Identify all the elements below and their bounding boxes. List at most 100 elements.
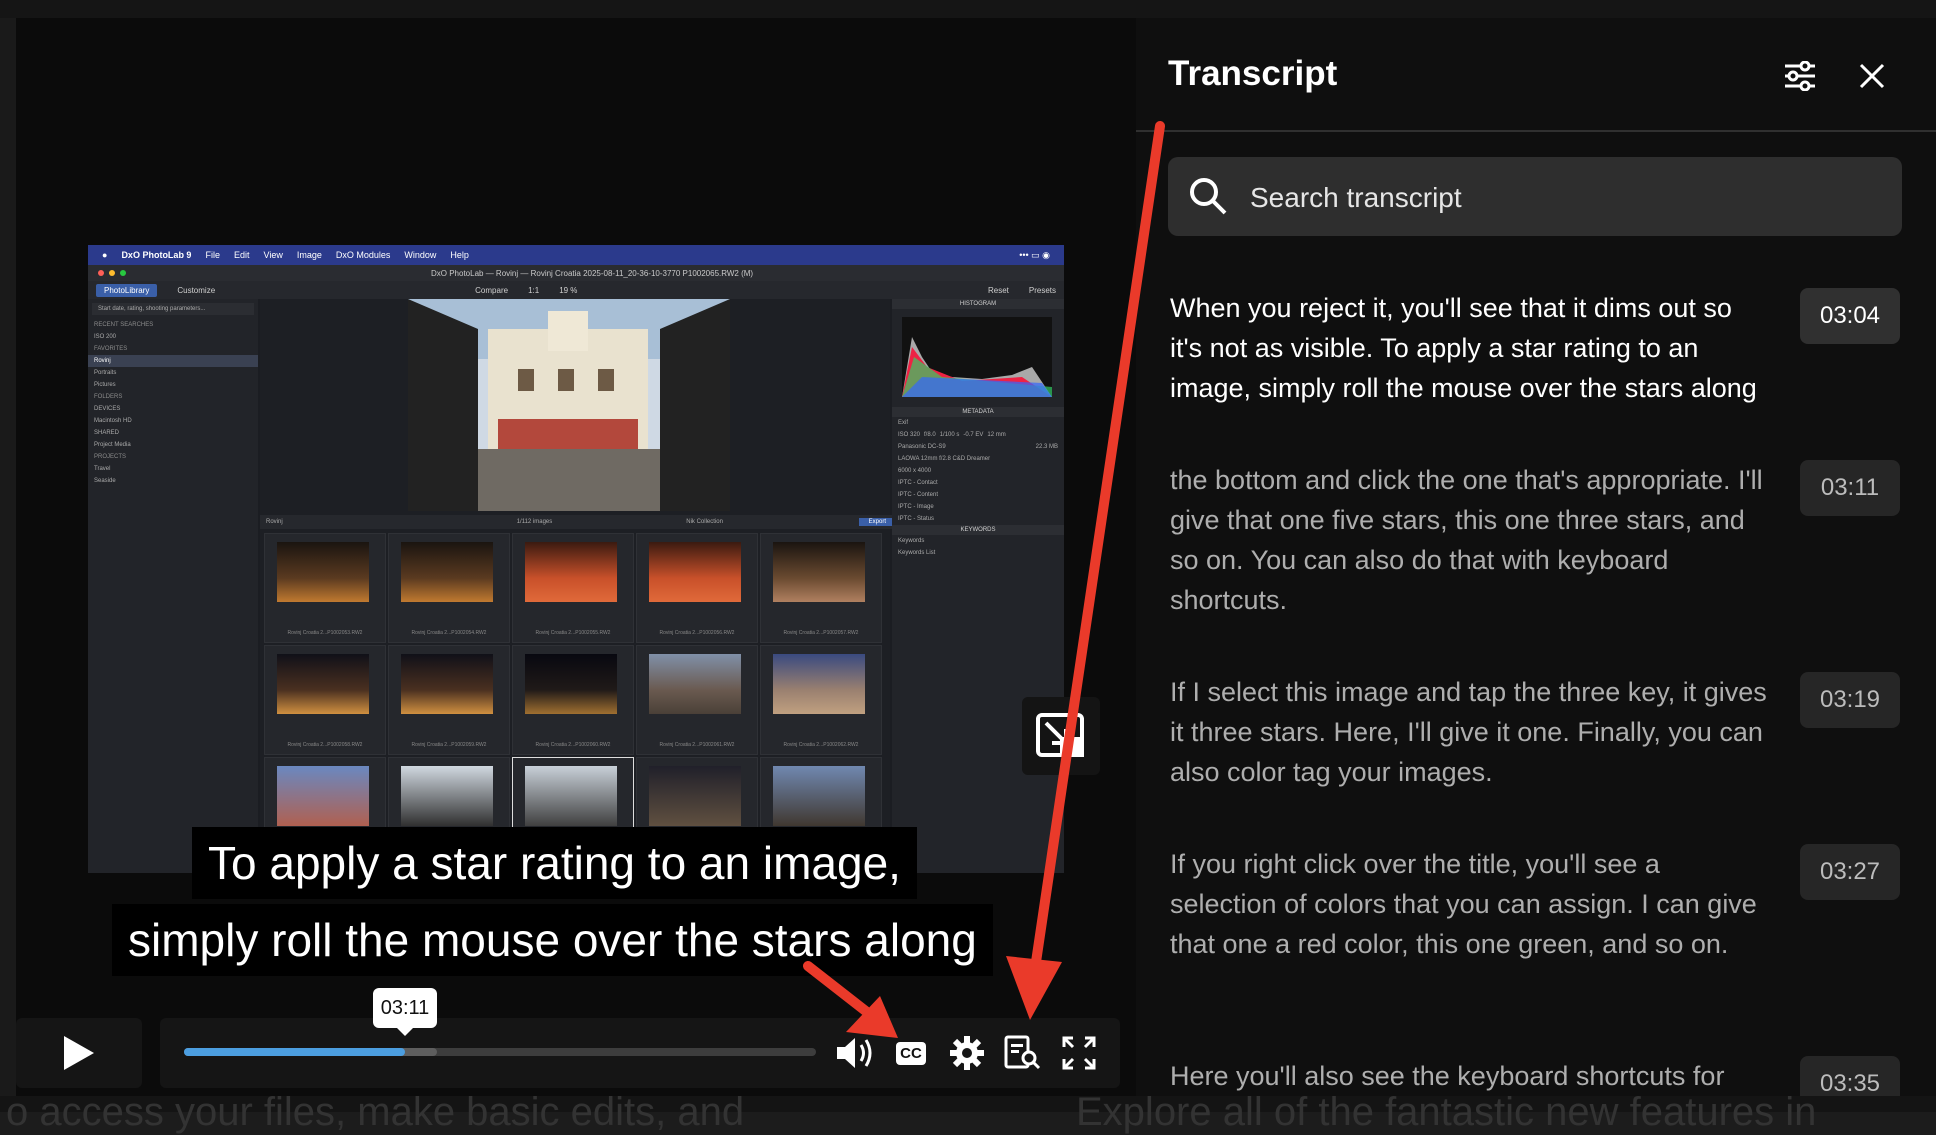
library-center: Rovinj 1/112 images Nik Collection Expor… <box>260 299 902 873</box>
menubar-file: File <box>205 250 220 260</box>
transcript-entry[interactable]: If you right click over the title, you'l… <box>1170 844 1770 964</box>
library-left-panel: Start date, rating, shooting parameters.… <box>88 299 258 873</box>
thumb-caption: Rovinj Croatia 2...P1002054.RW2 <box>411 630 487 636</box>
fullscreen-icon <box>1062 1036 1096 1070</box>
thumb-caption: Rovinj Croatia 2...P1002053.RW2 <box>287 630 363 636</box>
pip-exit-button[interactable] <box>1022 697 1100 775</box>
rp-exif-values: ISO 320 f/8.0 1/100 s -0.7 EV 12 mm <box>892 429 1064 441</box>
transcript-button[interactable] <box>1000 1030 1046 1076</box>
rp-keywords-list: Keywords List <box>898 550 936 556</box>
fullscreen-button[interactable] <box>1056 1030 1102 1076</box>
filmstrip-bar: Rovinj 1/112 images Nik Collection Expor… <box>260 515 902 529</box>
thumbnail-grid: Rovinj Croatia 2...P1002053.RW2 Rovinj C… <box>260 531 890 873</box>
transcript-icon <box>1004 1035 1041 1070</box>
filmbar-folder: Rovinj <box>266 519 283 525</box>
thumb-cell: Rovinj Croatia 2...P1002053.RW2 <box>264 533 386 643</box>
thumb-cell: Rovinj Croatia 2...P1002060.RW2 <box>512 645 634 755</box>
lp-recent: RECENT SEARCHES <box>94 322 154 328</box>
video-frame[interactable]: ● DxO PhotoLab 9 File Edit View Image Dx… <box>88 245 1064 873</box>
thumb-cell: Rovinj Croatia 2...P1002062.RW2 <box>760 645 882 755</box>
transcript-entry[interactable]: If I select this image and tap the three… <box>1170 672 1770 792</box>
toolbar-ratio: 1:1 <box>528 285 540 295</box>
menubar-view: View <box>263 250 283 260</box>
thumb-caption: Rovinj Croatia 2...P1002057.RW2 <box>783 630 859 636</box>
thumb-cell: Rovinj Croatia 2...P1002058.RW2 <box>264 645 386 755</box>
photolibrary-view: Start date, rating, shooting parameters.… <box>88 299 1064 873</box>
rp-metadata-header: METADATA <box>892 407 1064 417</box>
exif-camera: Panasonic DC-S9 <box>898 444 946 450</box>
transcript-entry[interactable]: the bottom and click the one that's appr… <box>1170 460 1770 620</box>
browser-top-strip <box>0 0 1936 18</box>
page-left-strip <box>0 18 16 1096</box>
lp-macintosh: Macintosh HD <box>94 418 132 424</box>
rp-iptc-image: IPTC - Image <box>898 504 934 510</box>
thumb-cell: Rovinj Croatia 2...P1002054.RW2 <box>388 533 510 643</box>
transcript-entry[interactable]: When you reject it, you'll see that it d… <box>1170 288 1770 408</box>
lp-portraits: Portraits <box>94 370 117 376</box>
exif-iso: ISO 320 <box>898 432 921 438</box>
lp-project-media: Project Media <box>94 442 131 448</box>
play-button[interactable] <box>16 1018 142 1088</box>
captions-button[interactable]: CC <box>888 1030 934 1076</box>
volume-button[interactable] <box>832 1030 878 1076</box>
thumb-caption: Rovinj Croatia 2...P1002056.RW2 <box>659 630 735 636</box>
close-icon <box>1859 63 1885 89</box>
filmbar-nik: Nik Collection <box>686 519 723 525</box>
transcript-settings-button[interactable] <box>1778 56 1822 96</box>
gear-icon <box>950 1036 984 1070</box>
apple-icon: ● <box>102 250 108 260</box>
menubar-window: Window <box>404 250 437 260</box>
pip-exit-icon <box>1036 713 1084 757</box>
lp-folders: FOLDERS <box>94 394 123 400</box>
lp-rovinj: Rovinj <box>88 355 258 367</box>
rp-keywords: Keywords <box>898 538 925 544</box>
rp-histogram-header: HISTOGRAM <box>892 299 1064 309</box>
menubar-modules: DxO Modules <box>335 250 391 260</box>
lp-pictures: Pictures <box>94 382 116 388</box>
settings-button[interactable] <box>944 1030 990 1076</box>
exif-aperture: f/8.0 <box>924 432 936 438</box>
menubar-edit: Edit <box>233 250 250 260</box>
toolbar-presets: Presets <box>1028 285 1056 295</box>
search-icon <box>1190 178 1227 215</box>
subtitle-line-2: simply roll the mouse over the stars alo… <box>112 904 993 976</box>
thumb-caption: Rovinj Croatia 2...P1002061.RW2 <box>659 742 735 748</box>
mac-menubar: ● DxO PhotoLab 9 File Edit View Image Dx… <box>88 245 1064 265</box>
exif-size: 22.3 MB <box>1035 444 1058 450</box>
sliders-icon <box>1785 61 1815 91</box>
window-title-text: DxO PhotoLab — Rovinj — Rovinj Croatia 2… <box>431 268 754 278</box>
transcript-timestamp[interactable]: 03:11 <box>1800 460 1900 516</box>
transcript-timestamp[interactable]: 03:19 <box>1800 672 1900 728</box>
rp-iptc-content: IPTC - Content <box>898 492 939 498</box>
lp-search: Start date, rating, shooting parameters.… <box>92 303 254 315</box>
rp-camera: Panasonic DC-S9 22.3 MB <box>892 441 1064 453</box>
transcript-search-input[interactable] <box>1248 157 1872 238</box>
volume-icon <box>837 1038 872 1068</box>
exif-lens: LAOWA 12mm f/2.8 C&D Dreamer <box>898 456 991 462</box>
seek-progress <box>184 1048 406 1056</box>
thumb-cell: Rovinj Croatia 2...P1002055.RW2 <box>512 533 634 643</box>
transcript-search <box>1168 157 1902 238</box>
thumb-cell: Rovinj Croatia 2...P1002057.RW2 <box>760 533 882 643</box>
menubar-status-icons: ••• ▭ ◉ <box>1019 249 1050 260</box>
thumb-caption: Rovinj Croatia 2...P1002058.RW2 <box>287 742 363 748</box>
thumb-caption: Rovinj Croatia 2...P1002059.RW2 <box>411 742 487 748</box>
exif-dims: 6000 x 4000 <box>898 468 932 474</box>
rp-exif: Exif <box>898 420 909 426</box>
library-right-panel: HISTOGRAM METADATA Exif ISO 320 f/8.0 1/… <box>892 299 1064 873</box>
lp-devices: DEVICES <box>94 406 121 412</box>
menubar-help: Help <box>450 250 469 260</box>
transcript-close-button[interactable] <box>1850 56 1894 96</box>
toolbar-zoom: 19 % <box>559 285 578 295</box>
lp-favorites: FAVORITES <box>94 346 128 352</box>
app-window-title: DxO PhotoLab — Rovinj — Rovinj Croatia 2… <box>88 265 1064 281</box>
histogram-graph <box>902 317 1052 397</box>
transcript-timestamp[interactable]: 03:27 <box>1800 844 1900 900</box>
thumb-caption: Rovinj Croatia 2...P1002062.RW2 <box>783 742 859 748</box>
transcript-timestamp[interactable]: 03:04 <box>1800 288 1900 344</box>
subtitle-line-1: To apply a star rating to an image, <box>192 827 917 899</box>
toolbar-reset: Reset <box>987 285 1009 295</box>
photo-preview <box>408 299 730 511</box>
lp-iso: ISO 200 <box>94 334 117 340</box>
lp-travel: Travel <box>94 466 111 472</box>
